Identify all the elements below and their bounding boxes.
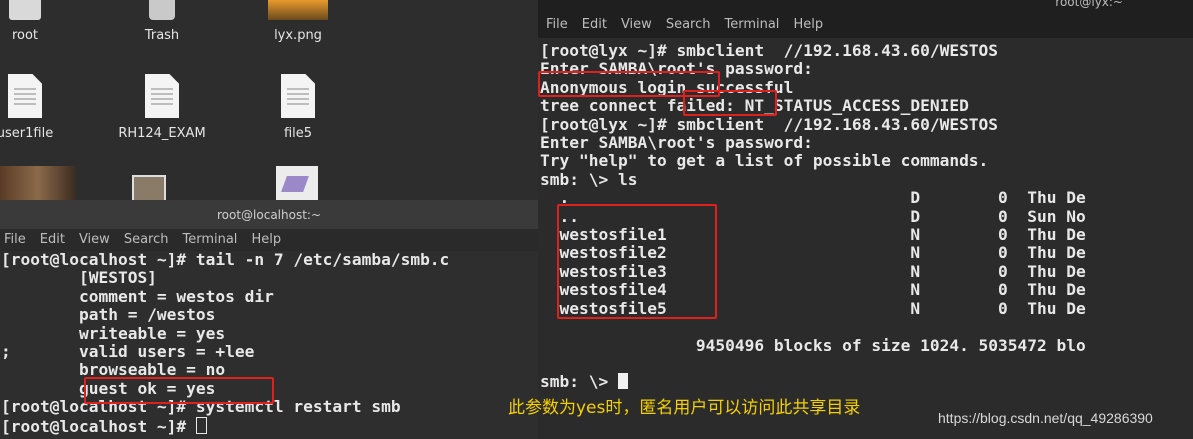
text-cursor bbox=[617, 373, 628, 390]
desktop-icon-label: file5 bbox=[283, 126, 313, 141]
desktop-icon-label: root bbox=[11, 28, 39, 43]
terminal-line: [root@lyx ~]# smbclient //192.168.43.60/… bbox=[540, 114, 999, 134]
image-file-icon bbox=[268, 0, 328, 20]
terminal-line: [root@localhost ~]# bbox=[1, 416, 196, 436]
desktop-icon-label: Trash bbox=[144, 28, 180, 43]
terminal-prompt-line: [root@localhost ~]# bbox=[1, 416, 538, 436]
menu-view[interactable]: View bbox=[79, 232, 110, 247]
terminal-title: root@lyx:~ bbox=[538, 0, 1193, 12]
terminal-title: root@localhost:~ bbox=[0, 201, 538, 229]
home-folder-icon bbox=[9, 0, 41, 20]
highlight-failed bbox=[683, 90, 777, 116]
desktop-icon-label: RH124_EXAM bbox=[118, 126, 206, 141]
highlight-westos-files bbox=[557, 204, 717, 319]
text-file-icon bbox=[8, 74, 42, 118]
terminal-line: path = /westos bbox=[1, 305, 216, 325]
terminal-line: [root@lyx ~]# smbclient //192.168.43.60/… bbox=[540, 41, 999, 60]
menu-help[interactable]: Help bbox=[793, 17, 823, 32]
terminal-line: smb: \> bbox=[540, 372, 618, 392]
menu-file[interactable]: File bbox=[546, 17, 568, 32]
menu-search[interactable]: Search bbox=[124, 232, 169, 247]
desktop-icon-trash[interactable]: Trash bbox=[107, 0, 217, 43]
menu-view[interactable]: View bbox=[621, 17, 652, 32]
annotation-note: 此参数为yes时，匿名用户可以访问此共享目录 bbox=[508, 398, 861, 418]
terminal-menubar: File Edit View Search Terminal Help bbox=[0, 229, 538, 251]
menu-help[interactable]: Help bbox=[251, 232, 281, 247]
terminal-window-localhost[interactable]: root@localhost:~ File Edit View Search Termi… bbox=[0, 200, 538, 439]
terminal-menubar: File Edit View Search Terminal Help bbox=[538, 12, 1193, 38]
terminal-line: comment = westos dir bbox=[1, 286, 274, 306]
menu-terminal[interactable]: Terminal bbox=[724, 17, 779, 32]
terminal-line: Try "help" to get a list of possible com… bbox=[540, 151, 989, 171]
terminal-line: Enter SAMBA\root's password: bbox=[540, 133, 813, 153]
desktop-icon-label: user1file bbox=[0, 126, 54, 141]
highlight-guest-ok bbox=[84, 377, 274, 404]
text-cursor bbox=[195, 416, 207, 434]
terminal-line: ; valid users = +lee bbox=[1, 342, 255, 362]
terminal-window-lyx[interactable]: root@lyx:~ File Edit View Search Terminal Hel… bbox=[538, 0, 1193, 438]
terminal-screen[interactable]: [root@localhost ~]# tail -n 7 /etc/samba… bbox=[0, 250, 538, 436]
terminal-line: smb: \> ls bbox=[540, 169, 638, 189]
menu-search[interactable]: Search bbox=[666, 17, 711, 32]
terminal-prompt-line: smb: \> bbox=[540, 373, 1193, 391]
menu-file[interactable]: File bbox=[4, 232, 26, 247]
menu-terminal[interactable]: Terminal bbox=[182, 232, 237, 247]
desktop-icon-rh124-exam[interactable]: RH124_EXAM bbox=[107, 74, 217, 141]
terminal-line: [root@localhost ~]# tail -n 7 /etc/samba… bbox=[1, 250, 450, 269]
menu-edit[interactable]: Edit bbox=[582, 17, 607, 32]
text-file-icon bbox=[281, 74, 315, 118]
terminal-line: writeable = yes bbox=[1, 323, 226, 343]
trash-icon bbox=[149, 0, 175, 20]
menu-edit[interactable]: Edit bbox=[40, 232, 65, 247]
terminal-line: tree connect failed: NT_STATUS_ACCESS_DE… bbox=[540, 96, 969, 116]
desktop-icon-lyx-png[interactable]: lyx.png bbox=[243, 0, 353, 43]
desktop-icon-root[interactable]: root bbox=[0, 0, 80, 43]
desktop: root Trash lyx.png user1file RH124_EXAM … bbox=[0, 0, 540, 204]
text-file-icon bbox=[145, 74, 179, 118]
desktop-icon-file5[interactable]: file5 bbox=[243, 74, 353, 141]
terminal-line: [WESTOS] bbox=[1, 268, 157, 288]
photo-thumbnail[interactable] bbox=[0, 166, 76, 200]
desktop-icon-user1file[interactable]: user1file bbox=[0, 74, 80, 141]
watermark: https://blog.csdn.net/qq_49286390 bbox=[938, 410, 1153, 426]
terminal-line: 9450496 blocks of size 1024. 5035472 blo bbox=[540, 335, 1086, 355]
desktop-icon-label: lyx.png bbox=[274, 28, 322, 43]
purple-file-icon[interactable] bbox=[276, 166, 318, 200]
